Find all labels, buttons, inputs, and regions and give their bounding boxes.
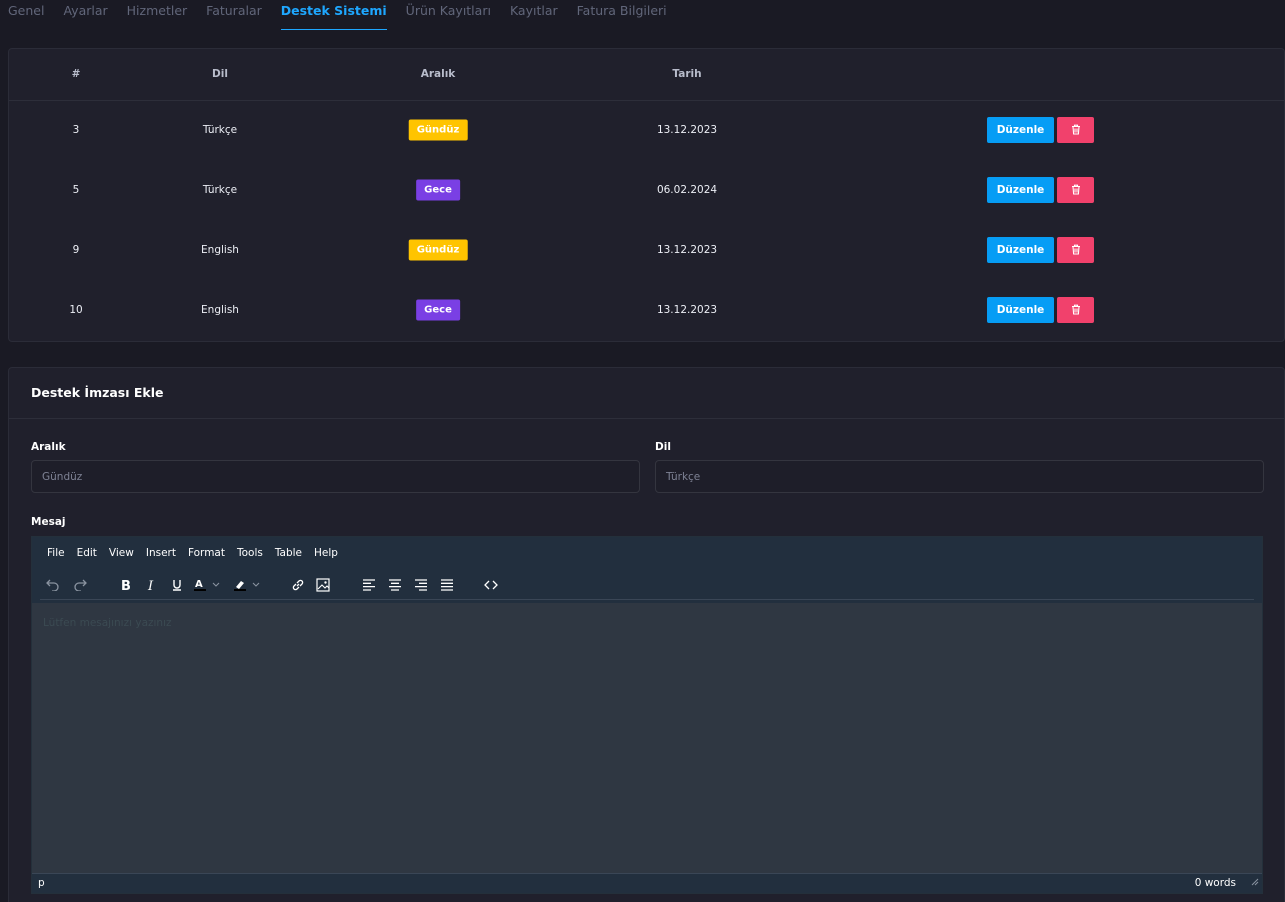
- menu-view[interactable]: View: [109, 547, 134, 559]
- tab-fatura-bilgileri[interactable]: Fatura Bilgileri: [577, 0, 667, 30]
- range-badge: Gece: [416, 179, 460, 201]
- element-path[interactable]: p: [38, 877, 45, 889]
- highlight-color-icon[interactable]: [232, 575, 262, 595]
- signatures-table: # Dil Aralık Tarih 3 Türkçe Gündüz 13.12…: [8, 48, 1285, 342]
- trash-icon: [1071, 243, 1081, 258]
- menu-file[interactable]: File: [47, 547, 65, 559]
- tab-faturalar[interactable]: Faturalar: [206, 0, 262, 30]
- cell-date: 13.12.2023: [656, 124, 718, 136]
- tab-kayitlar[interactable]: Kayıtlar: [510, 0, 558, 30]
- table-row: 5 Türkçe Gece 06.02.2024 Düzenle: [9, 160, 1284, 220]
- table-row: 10 English Gece 13.12.2023 Düzenle: [9, 280, 1284, 340]
- source-code-icon[interactable]: [480, 575, 502, 595]
- resize-handle-icon[interactable]: [1251, 871, 1259, 890]
- redo-icon[interactable]: [69, 575, 91, 595]
- edit-button[interactable]: Düzenle: [987, 237, 1054, 263]
- align-justify-icon[interactable]: [436, 575, 458, 595]
- range-select[interactable]: Gündüz: [31, 460, 640, 493]
- svg-text:B: B: [121, 579, 131, 592]
- italic-icon[interactable]: I: [140, 575, 162, 595]
- edit-button[interactable]: Düzenle: [987, 117, 1054, 143]
- menu-insert[interactable]: Insert: [146, 547, 176, 559]
- table-row: 9 English Gündüz 13.12.2023 Düzenle: [9, 220, 1284, 280]
- image-icon[interactable]: [312, 575, 334, 595]
- cell-language: English: [201, 304, 239, 316]
- delete-button[interactable]: [1057, 177, 1094, 203]
- message-label: Mesaj: [31, 516, 66, 528]
- cell-language: Türkçe: [202, 184, 238, 196]
- undo-icon[interactable]: [42, 575, 64, 595]
- form-title: Destek İmzası Ekle: [31, 385, 164, 400]
- tab-genel[interactable]: Genel: [8, 0, 44, 30]
- language-select[interactable]: Türkçe: [655, 460, 1264, 493]
- table-header: # Dil Aralık Tarih: [9, 49, 1284, 101]
- svg-text:I: I: [147, 579, 154, 592]
- range-badge: Gece: [416, 299, 460, 321]
- bold-icon[interactable]: B: [114, 575, 136, 595]
- word-count: 0 words: [1194, 877, 1236, 889]
- trash-icon: [1071, 183, 1081, 198]
- rich-text-editor: File Edit View Insert Format Tools Table…: [31, 536, 1263, 894]
- editor-toolbar: B I A: [32, 569, 1262, 603]
- cell-language: Türkçe: [202, 124, 238, 136]
- tab-hizmetler[interactable]: Hizmetler: [127, 0, 188, 30]
- column-header-date: Tarih: [672, 68, 702, 80]
- cell-date: 06.02.2024: [656, 184, 718, 196]
- range-badge: Gündüz: [408, 239, 468, 261]
- cell-id: 5: [72, 184, 80, 196]
- trash-icon: [1071, 123, 1081, 138]
- range-label: Aralık: [31, 441, 66, 453]
- language-label: Dil: [655, 441, 671, 453]
- cell-id: 10: [69, 304, 83, 316]
- underline-icon[interactable]: [166, 575, 188, 595]
- tab-destek-sistemi[interactable]: Destek Sistemi: [280, 0, 387, 30]
- editor-content-area[interactable]: Lütfen mesajınızı yazınız: [32, 603, 1262, 875]
- edit-button[interactable]: Düzenle: [987, 297, 1054, 323]
- menu-edit[interactable]: Edit: [77, 547, 97, 559]
- align-center-icon[interactable]: [384, 575, 406, 595]
- range-badge: Gündüz: [408, 119, 468, 141]
- edit-button[interactable]: Düzenle: [987, 177, 1054, 203]
- cell-date: 13.12.2023: [656, 244, 718, 256]
- cell-id: 3: [72, 124, 80, 136]
- align-left-icon[interactable]: [358, 575, 380, 595]
- column-header-range: Aralık: [420, 68, 456, 80]
- add-signature-form: Destek İmzası Ekle Aralık Gündüz Dil Tür…: [8, 367, 1285, 902]
- cell-language: English: [201, 244, 239, 256]
- tab-bar: Genel Ayarlar Hizmetler Faturalar Destek…: [0, 0, 1285, 30]
- svg-text:A: A: [195, 579, 203, 590]
- delete-button[interactable]: [1057, 237, 1094, 263]
- table-row: 3 Türkçe Gündüz 13.12.2023 Düzenle: [9, 100, 1284, 160]
- toolbar-divider: [40, 599, 1254, 600]
- editor-placeholder: Lütfen mesajınızı yazınız: [43, 617, 172, 629]
- delete-button[interactable]: [1057, 117, 1094, 143]
- editor-menubar: File Edit View Insert Format Tools Table…: [32, 537, 1262, 569]
- trash-icon: [1071, 303, 1081, 318]
- link-icon[interactable]: [287, 575, 309, 595]
- tab-ayarlar[interactable]: Ayarlar: [63, 0, 107, 30]
- divider: [9, 418, 1284, 419]
- column-header-id: #: [71, 68, 81, 80]
- text-color-icon[interactable]: A: [192, 575, 222, 595]
- cell-date: 13.12.2023: [656, 304, 718, 316]
- menu-format[interactable]: Format: [188, 547, 225, 559]
- column-header-language: Dil: [212, 68, 228, 80]
- cell-id: 9: [72, 244, 80, 256]
- delete-button[interactable]: [1057, 297, 1094, 323]
- align-right-icon[interactable]: [410, 575, 432, 595]
- tab-urun-kayitlari[interactable]: Ürün Kayıtları: [406, 0, 491, 30]
- menu-table[interactable]: Table: [275, 547, 302, 559]
- menu-help[interactable]: Help: [314, 547, 338, 559]
- editor-statusbar: p 0 words: [32, 873, 1262, 893]
- menu-tools[interactable]: Tools: [237, 547, 263, 559]
